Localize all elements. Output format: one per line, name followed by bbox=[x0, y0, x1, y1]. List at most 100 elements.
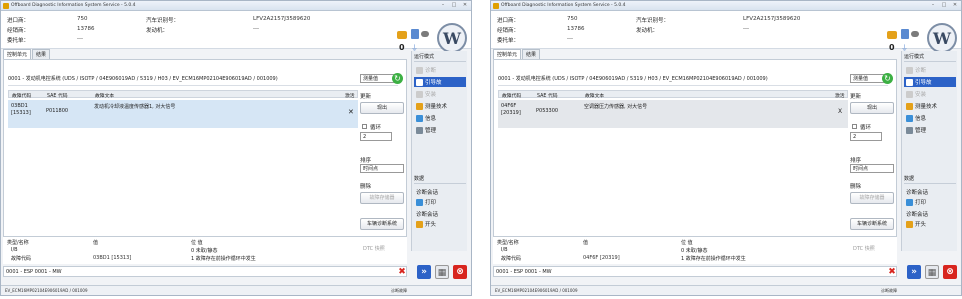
clear-fault-memory-button[interactable]: 故障存储器 bbox=[360, 192, 404, 204]
install-icon bbox=[906, 90, 913, 98]
sort-select[interactable]: 时间点 bbox=[360, 164, 404, 173]
sidebar-item-label: 测量技术 bbox=[915, 104, 938, 110]
clear-fault-memory-button[interactable]: 故障存储器 bbox=[850, 192, 894, 204]
sidebar-item-report[interactable]: 诊断会话 bbox=[904, 209, 956, 219]
sidebar-item-info[interactable]: 信息 bbox=[904, 113, 956, 123]
sidebar-item-open[interactable]: 开头 bbox=[414, 219, 466, 229]
tab-results[interactable]: 结果 bbox=[32, 49, 51, 59]
col-fault-code: 故障代码 bbox=[502, 94, 522, 99]
refresh-icon[interactable]: ↻ bbox=[392, 73, 403, 84]
sidebar-item-guided[interactable]: 引导故 bbox=[414, 77, 466, 87]
forward-icon[interactable]: » bbox=[907, 265, 921, 279]
cancel-x-icon[interactable]: ✖ bbox=[885, 265, 899, 279]
sidebar-item-print[interactable]: 打印 bbox=[414, 197, 466, 207]
cancel-x-icon[interactable]: ✖ bbox=[395, 265, 409, 279]
minimize-button[interactable]: – bbox=[929, 2, 937, 9]
loop-label: 循环 bbox=[860, 125, 872, 131]
sidebar-item-admin[interactable]: 管理 bbox=[414, 125, 466, 135]
footer-text: EV_ECM16MP02104E906019AD / 001009 bbox=[495, 288, 578, 293]
zero-icon: 0 bbox=[399, 43, 405, 52]
tab-results[interactable]: 结果 bbox=[522, 49, 541, 59]
table-row[interactable]: 03BD1 [15313] P011800 发动机冷却液温度传感器1, 对大信号… bbox=[8, 100, 358, 128]
sidebar-item-info[interactable]: 信息 bbox=[414, 113, 466, 123]
loop-spinner[interactable]: 2 bbox=[850, 132, 882, 141]
close-button[interactable]: ✕ bbox=[461, 2, 469, 9]
maximize-button[interactable]: □ bbox=[940, 2, 948, 9]
sidebar-item-install[interactable]: 安装 bbox=[904, 89, 956, 99]
vin-label: 汽车识别号： bbox=[146, 18, 180, 24]
sidebar-item-open[interactable]: 开头 bbox=[904, 219, 956, 229]
show-button[interactable]: 现出 bbox=[360, 102, 404, 114]
col-sae-code: SAE 代码 bbox=[47, 94, 68, 99]
sidebar-item-diag-session[interactable]: 诊断会话 bbox=[414, 187, 466, 197]
sidebar-item-report[interactable]: 诊断会话 bbox=[414, 209, 466, 219]
save-icon[interactable]: ▦ bbox=[925, 265, 939, 279]
sidebar-item-label: 打印 bbox=[915, 200, 927, 206]
dtc-snapshot[interactable]: DTC 快照 bbox=[363, 245, 385, 252]
sidebar-item-label: 打印 bbox=[425, 200, 437, 206]
order-label: 委托单： bbox=[7, 38, 30, 44]
sidebar-item-print[interactable]: 打印 bbox=[904, 197, 956, 207]
refresh-icon[interactable]: ↻ bbox=[882, 73, 893, 84]
tab-control-units[interactable]: 控制单元 bbox=[3, 49, 32, 59]
sidebar-item-diagnosis[interactable]: 诊断 bbox=[904, 65, 956, 75]
sidebar-item-measure[interactable]: 测量技术 bbox=[904, 101, 956, 111]
save-icon[interactable]: ▦ bbox=[435, 265, 449, 279]
engine-value: --- bbox=[253, 26, 259, 32]
col-fault-text: 故障文本 bbox=[585, 94, 605, 99]
vw-logo-icon: W bbox=[927, 23, 957, 53]
active-mark: X bbox=[838, 108, 843, 115]
show-button[interactable]: 现出 bbox=[850, 102, 894, 114]
footer-text: EV_ECM16MP02104E906019AD / 001009 bbox=[5, 288, 88, 293]
bit-0: 0 未取/静态 bbox=[681, 248, 708, 254]
close-button[interactable]: ✕ bbox=[951, 2, 959, 9]
col-fault-code: 故障代码 bbox=[12, 94, 32, 99]
vehicle-diagnosis-button[interactable]: 车辆诊断系统 bbox=[360, 218, 404, 230]
sidebar-mode: 运行模式 bbox=[904, 53, 956, 62]
loop-spinner[interactable]: 2 bbox=[360, 132, 392, 141]
sort-select[interactable]: 时间点 bbox=[850, 164, 894, 173]
footer: EV_ECM16MP02104E906019AD / 001009 诊断故障 bbox=[1, 285, 471, 295]
dealer-value: 13786 bbox=[567, 26, 585, 32]
delete-label: 删除 bbox=[360, 184, 372, 190]
order-value: --- bbox=[77, 36, 83, 42]
sidebar-item-label: 诊断会话 bbox=[906, 190, 929, 196]
sidebar-item-measure[interactable]: 测量技术 bbox=[414, 101, 466, 111]
bits-header: 位 值 bbox=[191, 240, 203, 246]
sidebar-data: 数据 bbox=[414, 175, 466, 184]
sidebar-item-guided[interactable]: 引导故 bbox=[904, 77, 956, 87]
sidebar-item-label: 测量技术 bbox=[425, 104, 448, 110]
loop-checkbox[interactable] bbox=[852, 124, 857, 129]
sae-code: P011800 bbox=[46, 108, 69, 114]
sidebar-item-diagnosis[interactable]: 诊断 bbox=[414, 65, 466, 75]
table-row[interactable]: 04F6F [20319] P053300 空调器压力传感器, 对大信号 X bbox=[498, 100, 848, 128]
battery-icon bbox=[911, 31, 919, 37]
tab-control-units[interactable]: 控制单元 bbox=[493, 49, 522, 59]
sidebar-item-diag-session[interactable]: 诊断会话 bbox=[904, 187, 956, 197]
battery-icon bbox=[421, 31, 429, 37]
update-label: 更新 bbox=[360, 94, 372, 100]
sidebar-item-install[interactable]: 安装 bbox=[414, 89, 466, 99]
footer: EV_ECM16MP02104E906019AD / 001009 诊断故障 bbox=[491, 285, 961, 295]
col-sae-code: SAE 代码 bbox=[537, 94, 558, 99]
fault-code: 03BD1 bbox=[11, 103, 28, 109]
delete-label: 删除 bbox=[850, 184, 862, 190]
minimize-button[interactable]: – bbox=[439, 2, 447, 9]
maximize-button[interactable]: □ bbox=[450, 2, 458, 9]
detail-panel: 类型/名称 值 I/B 故障代码 04F6F [20319] 位 值 0 未取/… bbox=[493, 236, 897, 264]
stop-icon[interactable]: ⊗ bbox=[453, 265, 467, 279]
vehicle-diagnosis-button[interactable]: 车辆诊断系统 bbox=[850, 218, 894, 230]
sidebar-item-admin[interactable]: 管理 bbox=[904, 125, 956, 135]
forward-icon[interactable]: » bbox=[417, 265, 431, 279]
importer-label: 进口商： bbox=[7, 18, 30, 24]
title-bar: Offboard Diagnostic Information System S… bbox=[1, 1, 471, 11]
ecu-path: 0001 - 发动机电控系统 (UDS / ISOTP / 04E906019A… bbox=[498, 76, 768, 82]
col-type: 类型/名称 bbox=[7, 240, 29, 246]
col-active: 激活 bbox=[835, 94, 845, 99]
sidebar-item-label: 诊断会话 bbox=[416, 212, 439, 218]
dtc-snapshot[interactable]: DTC 快照 bbox=[853, 245, 875, 252]
stop-icon[interactable]: ⊗ bbox=[943, 265, 957, 279]
engine-label: 发动机： bbox=[636, 28, 659, 34]
print-icon bbox=[906, 198, 913, 206]
loop-checkbox[interactable] bbox=[362, 124, 367, 129]
